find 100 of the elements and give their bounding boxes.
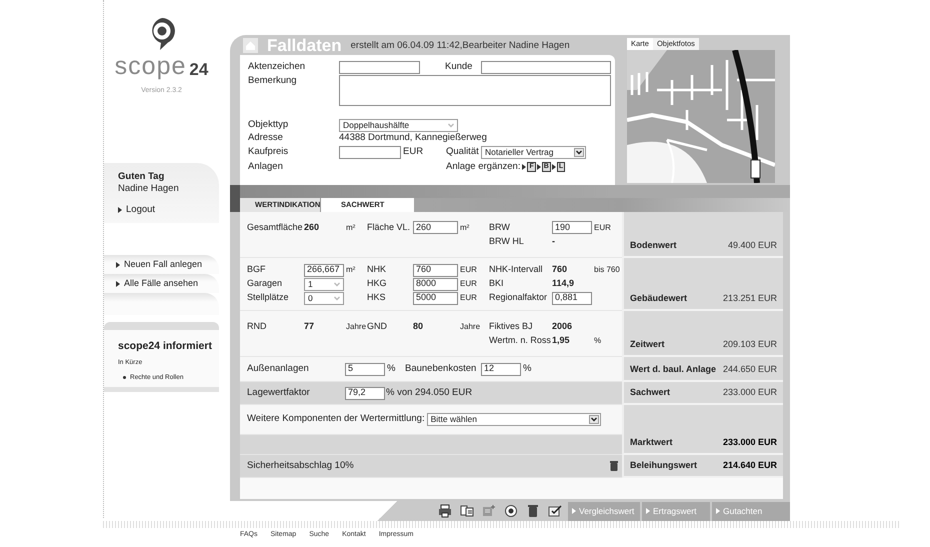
field-label: Lagewertfaktor	[247, 386, 311, 400]
field-label: NHK-Intervall	[489, 263, 544, 276]
field-label: Anlagen	[248, 160, 284, 174]
value-text: 1,95	[552, 334, 571, 347]
input-field[interactable]: 266,667	[304, 264, 344, 276]
input-field[interactable]: 190	[552, 221, 592, 234]
text-area[interactable]	[339, 75, 611, 106]
result-label: Beleihungswert	[630, 458, 698, 472]
triangle-icon	[116, 280, 120, 286]
logout-link[interactable]: Logout	[118, 203, 156, 218]
field-label: BKI	[489, 277, 505, 290]
result-value: 214.640 EUR	[722, 458, 777, 472]
triangle-icon	[522, 164, 526, 170]
unit-label: EUR	[459, 264, 478, 276]
unit-label: EUR	[593, 222, 612, 234]
field-label: Kunde	[445, 60, 474, 74]
input-field[interactable]: 79,2	[345, 386, 385, 400]
value-text: 2006	[552, 320, 574, 333]
value-text: 260	[304, 220, 320, 234]
documents-icon[interactable]	[460, 504, 474, 518]
info-title: scope24 informiert	[118, 339, 213, 354]
field-label: Bemerkung	[248, 74, 298, 88]
note-icon[interactable]	[482, 504, 496, 518]
unit-label: EUR	[459, 292, 478, 304]
unit-label: EUR	[459, 278, 478, 290]
result-value: 233.000 EUR	[722, 386, 777, 398]
field-label: Garagen	[247, 277, 284, 290]
value-text: 80	[413, 320, 424, 333]
result-value: 244.650 EUR	[722, 362, 777, 376]
caret-icon	[446, 120, 456, 130]
triangle-icon	[716, 508, 720, 514]
input-field[interactable]: 0,881	[552, 292, 592, 304]
field-label: Außenanlagen	[247, 362, 310, 376]
caret-icon	[588, 415, 599, 424]
field-label: Regionalfaktor	[489, 291, 548, 304]
unit-label: %	[522, 362, 532, 376]
unit-label: bis 760	[593, 264, 621, 276]
result-label: Zeitwert	[630, 338, 666, 350]
bullet-icon	[123, 376, 126, 379]
dropdown[interactable]: Notarieller Vertrag	[481, 146, 586, 158]
field-label: Fläche VL.	[367, 220, 412, 234]
unit-label: Jahre	[345, 320, 367, 332]
value-text: 114,9	[552, 277, 576, 290]
triangle-icon	[572, 508, 576, 514]
input-field[interactable]	[481, 60, 611, 74]
printer-icon[interactable]	[438, 504, 452, 518]
dropdown[interactable]: Bitte wählen	[426, 413, 601, 426]
case-meta: erstellt am 06.04.09 11:42,Bearbeiter Nadine Hagen	[350, 38, 570, 53]
result-value: 49.400 EUR	[728, 238, 777, 252]
field-label: Baunebenkosten	[405, 362, 478, 376]
field-label: HKG	[367, 277, 388, 290]
field-label: Gesamtfläche	[247, 220, 304, 234]
checkbox-icon[interactable]	[548, 504, 562, 518]
input-field[interactable]: 760	[413, 264, 458, 276]
unit-label: Jahre	[459, 320, 482, 332]
result-label: Sachwert	[630, 386, 672, 398]
unit-label: EUR	[403, 144, 424, 159]
logo-text: scope	[114, 54, 186, 79]
logo-number: 24	[189, 61, 208, 79]
house-icon	[243, 38, 258, 53]
field-label: Anlage ergänzen:	[446, 160, 520, 174]
unit-label: %	[386, 362, 396, 376]
input-field[interactable]: 8000	[413, 278, 458, 290]
field-label: Fiktives BJ	[489, 320, 534, 333]
input-field[interactable]: 12	[481, 362, 521, 376]
input-field[interactable]	[339, 146, 401, 158]
input-field[interactable]	[339, 60, 420, 74]
record-icon[interactable]	[504, 504, 518, 518]
triangle-icon	[118, 207, 122, 214]
input-field[interactable]: 5000	[413, 292, 458, 304]
field-label: Adresse	[248, 131, 284, 146]
input-field[interactable]: 5	[345, 362, 385, 376]
triangle-icon	[536, 164, 541, 170]
result-value: 233.000 EUR	[722, 436, 777, 448]
field-label: BRW HL	[489, 234, 525, 248]
field-label: GND	[367, 320, 388, 333]
trash-icon[interactable]	[526, 504, 540, 518]
note-text: Sicherheitsabschlag 10%	[247, 458, 355, 473]
result-value: 209.103 EUR	[722, 338, 777, 350]
unit-label: m²	[345, 264, 356, 276]
result-label: Bodenwert	[630, 238, 678, 252]
result-label: Marktwert	[630, 436, 674, 448]
nav-link[interactable]: Alle Fälle ansehen	[104, 274, 219, 293]
value-text: -	[552, 234, 556, 248]
field-label: BGF	[247, 263, 267, 276]
field-label: RND	[247, 320, 268, 333]
nav-link[interactable]: Neuen Fall anlegen	[104, 255, 219, 274]
triangle-icon	[116, 262, 120, 268]
input-field[interactable]: 260	[413, 221, 458, 234]
field-label: NHK	[367, 263, 388, 276]
field-label: Weitere Komponenten der Wertermittlung:	[247, 412, 425, 426]
result-value: 213.251 EUR	[722, 292, 777, 304]
field-label: Qualität	[446, 144, 480, 159]
value-text: 760	[552, 263, 568, 276]
field-label: Objekttyp	[248, 118, 290, 132]
unit-label: m²	[459, 222, 470, 234]
field-label: Aktenzeichen	[248, 60, 306, 74]
field-label: Wertm. n. Ross	[489, 334, 552, 347]
value-text: 77	[304, 320, 316, 333]
result-label: Gebäudewert	[630, 292, 688, 304]
